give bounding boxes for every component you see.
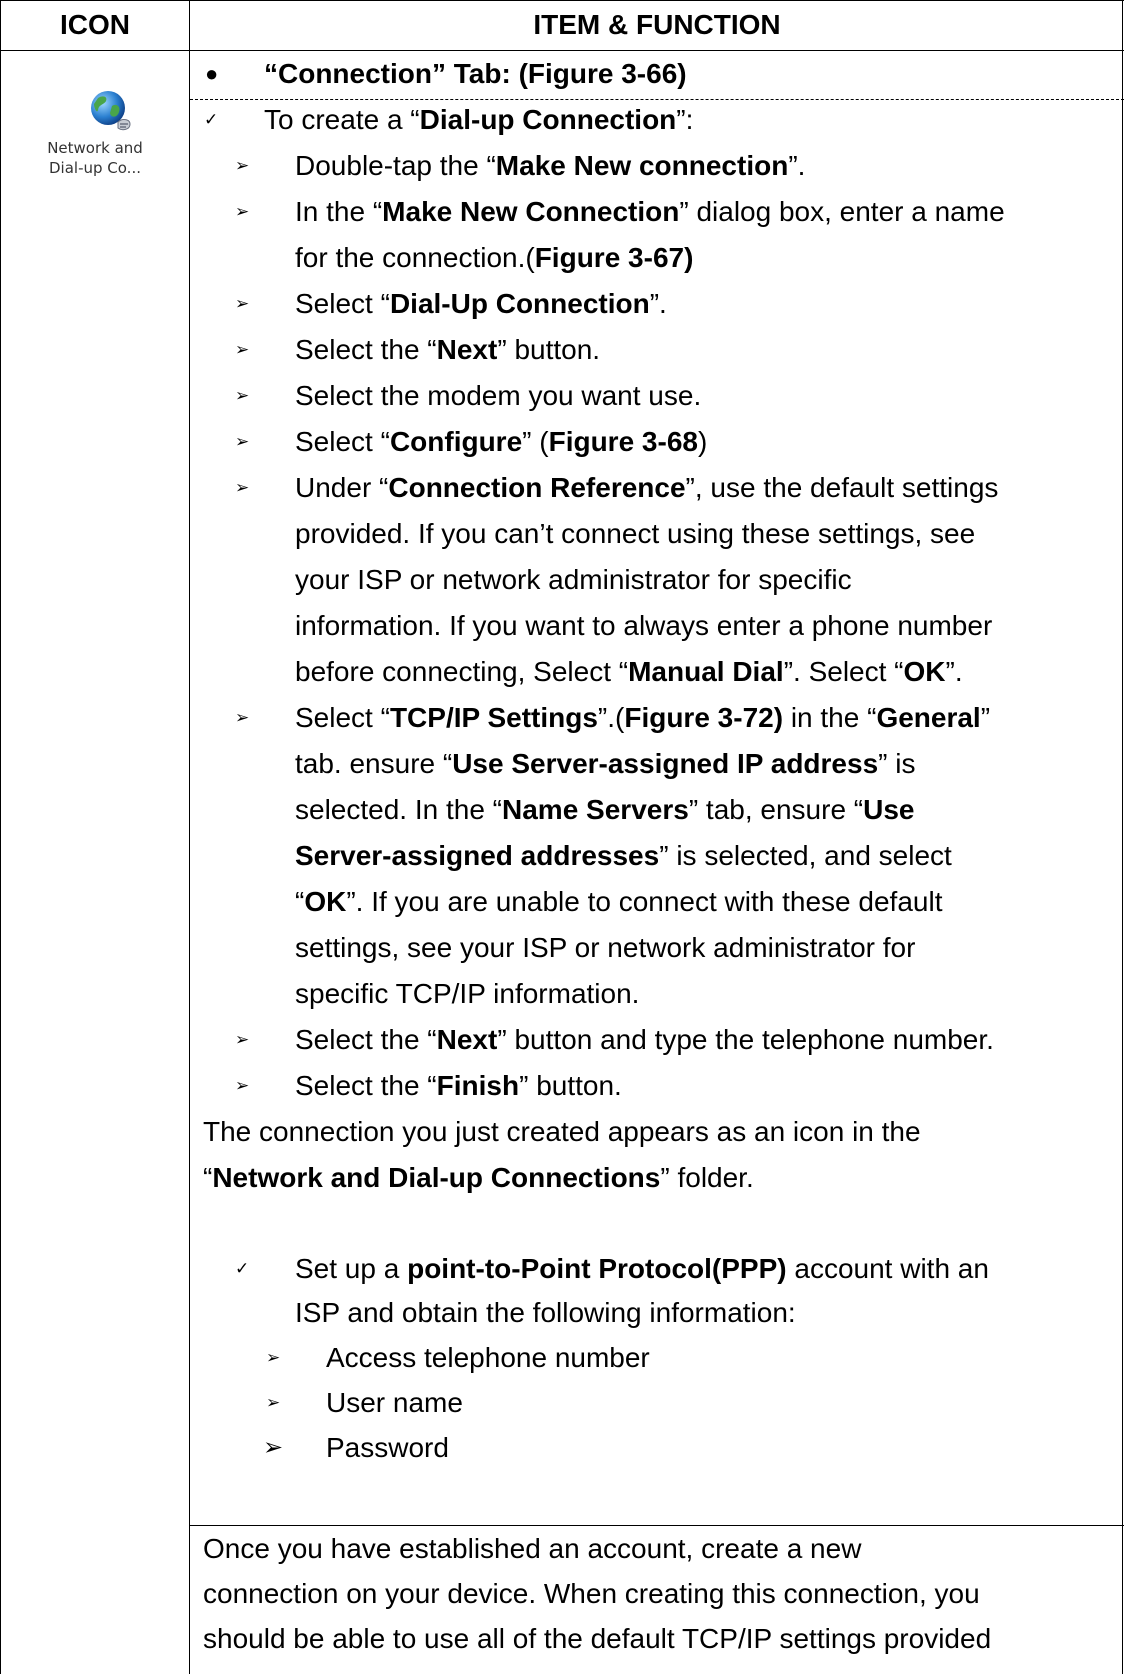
manual-page: ICON ITEM & FUNCTION Network and Dial-up… [0, 0, 1124, 1674]
arrow-bullet: ➢ [266, 1348, 281, 1367]
step-line: selected. In the “Name Servers” tab, ens… [295, 794, 915, 825]
row-divider-1 [190, 1525, 1124, 1526]
arrow-bullet: ➢ [235, 294, 250, 313]
header-icon-column: ICON [60, 9, 130, 40]
arrow-bullet: ➢ [235, 1030, 250, 1049]
info-item: User name [326, 1387, 463, 1418]
step-line: specific TCP/IP information. [295, 978, 640, 1009]
check-bullet: ✓ [235, 1259, 250, 1278]
header-bottom-border [0, 50, 1124, 51]
step-line: before connecting, Select “Manual Dial”.… [295, 656, 963, 687]
step-line: In the “Make New Connection” dialog box,… [295, 196, 1005, 227]
network-dialup-globe-icon [86, 86, 136, 136]
table-right-border [1122, 0, 1123, 1674]
column-divider [189, 0, 190, 1674]
arrow-bullet: ➢ [235, 432, 250, 451]
arrow-bullet: ➢ [235, 202, 250, 221]
step-line: your ISP or network administrator for sp… [295, 564, 852, 595]
step-line: “OK”. If you are unable to connect with … [295, 886, 943, 917]
arrow-bullet: ➢ [235, 156, 250, 175]
step-line: Select the “Finish” button. [295, 1070, 622, 1101]
paragraph-line: The connection you just created appears … [203, 1116, 921, 1147]
paragraph-line: “Network and Dial-up Connections” folder… [203, 1162, 754, 1193]
step-line: provided. If you can’t connect using the… [295, 518, 976, 549]
arrow-bullet: ➢ [235, 386, 250, 405]
step-line: Select the modem you want use. [295, 380, 702, 411]
step-line: Double-tap the “Make New connection”. [295, 150, 806, 181]
icon-caption-line1: Network and [47, 139, 143, 157]
step-line: ISP and obtain the following information… [295, 1297, 796, 1328]
step-line: tab. ensure “Use Server-assigned IP addr… [295, 748, 916, 779]
step-line: Under “Connection Reference”, use the de… [295, 472, 999, 503]
arrow-bullet: ➢ [235, 478, 250, 497]
bullet-dot: ● [205, 61, 219, 86]
header-item-function-column: ITEM & FUNCTION [533, 9, 781, 40]
step-line: Select “Configure” (Figure 3-68) [295, 426, 708, 457]
section-title: “Connection” Tab: (Figure 3-66) [264, 58, 687, 89]
paragraph-line: connection on your device. When creating… [203, 1578, 980, 1609]
arrow-bullet: ➢ [235, 708, 250, 727]
step-line: settings, see your ISP or network admini… [295, 932, 916, 963]
step-line: Select the “Next” button and type the te… [295, 1024, 994, 1055]
table-left-border [0, 0, 1, 1674]
arrow-bullet: ➢ [266, 1393, 281, 1412]
step-line: Server-assigned addresses” is selected, … [295, 840, 952, 871]
step-line: for the connection.(Figure 3-67) [295, 242, 694, 273]
icon-caption-line2: Dial-up Co... [49, 159, 141, 177]
arrow-bullet: ➢ [235, 1076, 250, 1095]
arrow-bullet: ➢ [235, 340, 250, 359]
step-line: information. If you want to always enter… [295, 610, 993, 641]
step-line: Select the “Next” button. [295, 334, 601, 365]
section-title-divider [190, 99, 1124, 100]
paragraph-line: Once you have established an account, cr… [203, 1533, 862, 1564]
arrow-bullet: ➢ [263, 1434, 284, 1461]
check-bullet: ✓ [204, 110, 219, 129]
step-line: Select “TCP/IP Settings”.(Figure 3-72) i… [295, 702, 991, 733]
step-line: To create a “Dial-up Connection”: [264, 104, 694, 135]
step-line: Select “Dial-Up Connection”. [295, 288, 667, 319]
info-item: Access telephone number [326, 1342, 650, 1373]
paragraph-line: should be able to use all of the default… [203, 1623, 992, 1654]
table-top-border [0, 0, 1124, 1]
info-item: Password [326, 1432, 449, 1463]
step-line: Set up a point-to-Point Protocol(PPP) ac… [295, 1253, 989, 1284]
